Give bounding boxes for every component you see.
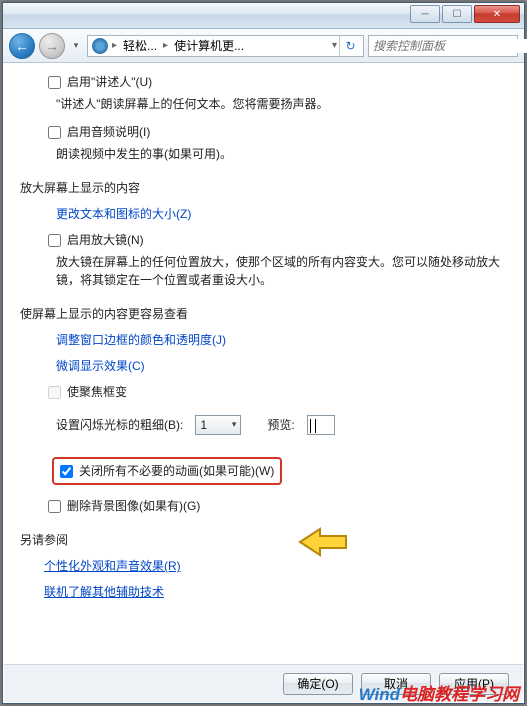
focus-label: 使聚焦框变	[67, 383, 127, 401]
chevron-down-icon: ▾	[232, 418, 237, 432]
focus-row: 使聚焦框变	[48, 383, 507, 401]
navbar: ← → ▾ ▸ 轻松... ▸ 使计算机更... ▾ ↻ 🔍	[3, 29, 524, 63]
magnifier-checkbox[interactable]	[48, 234, 61, 247]
link-display-effects[interactable]: 微调显示效果(C)	[56, 357, 507, 375]
titlebar: ─ ☐ ✕	[3, 3, 524, 29]
preview-label: 预览:	[267, 416, 294, 434]
magnifier-row: 启用放大镜(N)	[48, 231, 507, 249]
ok-button[interactable]: 确定(O)	[283, 673, 353, 695]
search-box[interactable]: 🔍	[368, 35, 518, 57]
cursor-preview	[307, 415, 335, 435]
disable-animations-checkbox[interactable]	[60, 465, 73, 478]
magnifier-desc: 放大镜在屏幕上的任何位置放大，使那个区域的所有内容变大。您可以随处移动放大镜，将…	[56, 253, 507, 289]
back-button[interactable]: ←	[9, 33, 35, 59]
maximize-icon: ☐	[453, 9, 462, 20]
magnify-heading: 放大屏幕上显示的内容	[20, 179, 507, 197]
forward-button[interactable]: →	[39, 33, 65, 59]
chevron-down-icon: ▾	[74, 40, 79, 51]
cursor-blink-row: 设置闪烁光标的粗细(B): 1 ▾ 预览:	[56, 415, 507, 435]
refresh-icon: ↻	[345, 39, 355, 53]
refs-heading: 另请参阅	[20, 531, 507, 549]
minimize-icon: ─	[421, 9, 428, 20]
arrow-right-icon: →	[45, 38, 59, 54]
refresh-button[interactable]: ↻	[339, 36, 361, 56]
narrator-label: 启用"讲述人"(U)	[67, 73, 152, 91]
disable-animations-row: 关闭所有不必要的动画(如果可能)(W)	[52, 457, 282, 485]
audio-desc-checkbox[interactable]	[48, 126, 61, 139]
callout-arrow-icon	[298, 525, 348, 559]
close-button[interactable]: ✕	[474, 5, 520, 23]
cursor-blink-label: 设置闪烁光标的粗细(B):	[56, 416, 183, 434]
magnifier-label: 启用放大镜(N)	[67, 231, 144, 249]
remove-bg-row: 删除背景图像(如果有)(G)	[48, 497, 507, 515]
audio-desc-row: 启用音频说明(I)	[48, 123, 507, 141]
watermark: Wind电脑教程学习网	[359, 680, 519, 705]
disable-animations-label: 关闭所有不必要的动画(如果可能)(W)	[79, 462, 274, 480]
narrator-desc: "讲述人"朗读屏幕上的任何文本。您将需要扬声器。	[56, 95, 507, 113]
breadcrumb-arrow: ▸	[161, 40, 170, 51]
breadcrumb-seg-1[interactable]: 轻松...	[119, 37, 161, 54]
cursor-width-value: 1	[200, 416, 207, 434]
narrator-checkbox[interactable]	[48, 76, 61, 89]
search-input[interactable]	[373, 39, 527, 53]
breadcrumb-arrow: ▸	[110, 40, 119, 51]
link-text-icon-size[interactable]: 更改文本和图标的大小(Z)	[56, 205, 507, 223]
minimize-button[interactable]: ─	[410, 5, 440, 23]
content-pane: 启用"讲述人"(U) "讲述人"朗读屏幕上的任何文本。您将需要扬声器。 启用音频…	[4, 65, 523, 663]
focus-checkbox	[48, 386, 61, 399]
audio-desc-desc: 朗读视频中发生的事(如果可用)。	[56, 145, 507, 163]
audio-desc-label: 启用音频说明(I)	[67, 123, 150, 141]
arrow-left-icon: ←	[15, 38, 29, 54]
address-bar[interactable]: ▸ 轻松... ▸ 使计算机更... ▾ ↻	[87, 35, 364, 57]
maximize-button[interactable]: ☐	[442, 5, 472, 23]
link-personalize[interactable]: 个性化外观和声音效果(R)	[44, 557, 507, 575]
close-icon: ✕	[493, 9, 501, 20]
control-panel-icon	[92, 38, 108, 54]
history-dropdown[interactable]: ▾	[69, 37, 83, 55]
remove-bg-checkbox[interactable]	[48, 500, 61, 513]
breadcrumb-drop[interactable]: ▾	[330, 40, 339, 51]
link-assistive-tech[interactable]: 联机了解其他辅助技术	[44, 583, 507, 601]
link-border-color[interactable]: 调整窗口边框的颜色和透明度(J)	[56, 331, 507, 349]
cursor-width-select[interactable]: 1 ▾	[195, 415, 241, 435]
narrator-row: 启用"讲述人"(U)	[48, 73, 507, 91]
remove-bg-label: 删除背景图像(如果有)(G)	[67, 497, 200, 515]
breadcrumb-seg-2[interactable]: 使计算机更...	[170, 37, 248, 54]
visibility-heading: 使屏幕上显示的内容更容易查看	[20, 305, 507, 323]
